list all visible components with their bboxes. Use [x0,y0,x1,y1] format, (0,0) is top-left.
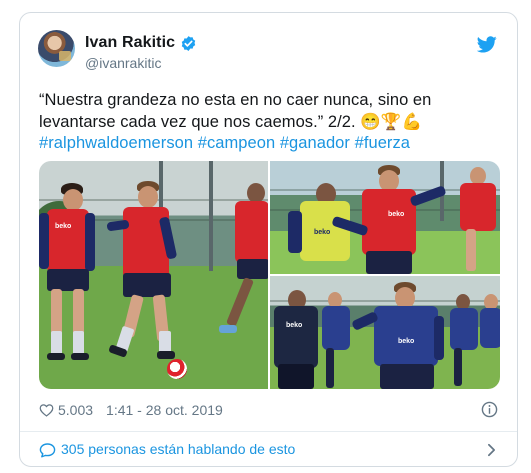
author-name-line[interactable]: Ivan Rakitic [85,33,197,53]
hashtag-link[interactable]: #ganador [280,134,350,152]
conversation-link-text[interactable]: 305 personas están hablando de esto [61,441,295,457]
like-count[interactable]: 5.003 [58,402,93,418]
chevron-right-icon[interactable] [487,443,496,457]
photo-training-main[interactable]: beko [39,161,268,389]
sponsor-logo-text: beko [388,211,405,218]
author-handle[interactable]: @ivanrakitic [85,55,161,71]
tweet-meta: 5.003 1:41 - 28 oct. 2019 [39,401,223,419]
tweet-text: “Nuestra grandeza no esta en no caer nun… [39,90,509,155]
sponsor-logo-text: beko [314,229,331,236]
avatar[interactable] [38,30,75,67]
tweet-header: Ivan Rakitic @ivanrakitic [20,13,517,81]
hashtag-link[interactable]: #fuerza [355,134,410,152]
tweet-timestamp[interactable]: 1:41 - 28 oct. 2019 [106,402,223,418]
author-display-name[interactable]: Ivan Rakitic [85,34,175,52]
sponsor-logo-text: beko [398,338,415,345]
media-grid: beko beko beko beko beko [39,161,500,389]
tweet-card[interactable]: Ivan Rakitic @ivanrakitic “Nuestra grand… [19,12,518,467]
hashtag-link[interactable]: #campeon [198,134,275,152]
photo-training-group[interactable]: beko beko [270,276,500,389]
verified-badge-icon [181,35,196,51]
hashtag-link[interactable]: #ralphwaldoemerson [39,134,193,152]
twitter-bird-icon[interactable] [477,36,497,53]
conversation-footer[interactable]: 305 personas están hablando de esto [20,432,517,466]
heart-icon[interactable] [39,403,54,417]
photo-training-duel[interactable]: beko beko [270,161,500,274]
tweet-emojis: 😁🏆💪 [360,112,423,131]
sponsor-logo-text: beko [286,322,303,329]
sponsor-logo-text: beko [55,223,72,230]
info-icon[interactable] [481,401,498,418]
comment-icon [39,443,56,458]
football [167,359,187,379]
